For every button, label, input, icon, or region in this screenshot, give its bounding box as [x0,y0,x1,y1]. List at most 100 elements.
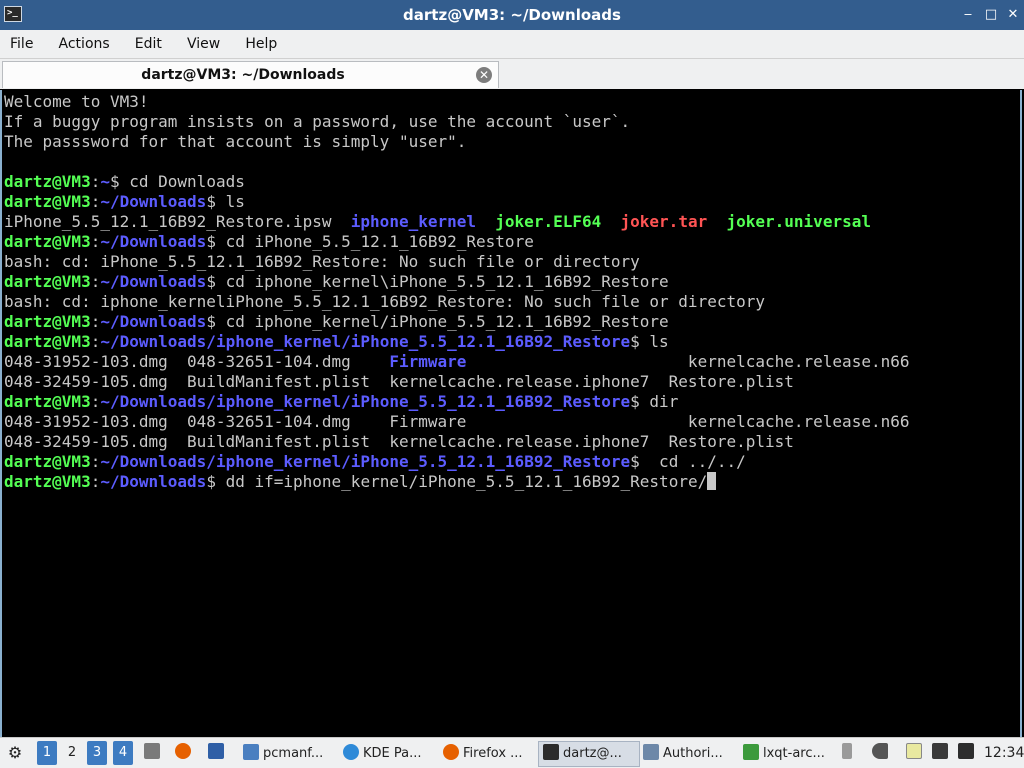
terminal-text: $ cd Downloads [109,172,245,191]
maximize-button[interactable]: □ [983,7,999,23]
terminal-text: : [90,312,101,331]
tab-downloads[interactable]: dartz@VM3: ~/Downloads ✕ [2,61,499,88]
tab-label: dartz@VM3: ~/Downloads [141,67,345,83]
menu-view[interactable]: View [177,30,230,58]
workspace-1[interactable]: 1 [37,741,57,765]
workspace-2[interactable]: 2 [62,741,82,765]
kde-icon [343,744,359,760]
terminal-text: : [90,192,101,211]
terminal-text: $ cd iPhone_5.5_12.1_16B92_Restore [206,232,534,251]
terminal-text: ~/Downloads/iphone_kernel/iPhone_5.5_12.… [100,392,631,411]
terminal-text: 048-31952-103.dmg 048-32651-104.dmg Firm… [4,412,910,431]
terminal-text: dartz@VM3 [4,272,91,291]
terminal-line: 048-32459-105.dmg BuildManifest.plist ke… [4,432,909,452]
terminal-text: dartz@VM3 [4,452,91,471]
task-terminal[interactable]: dartz@... [538,741,640,767]
workspace-4[interactable]: 4 [113,741,133,765]
terminal-text: ~/Downloads [100,472,207,491]
terminal-text: iphone_kernel [350,212,477,231]
menu-edit[interactable]: Edit [125,30,172,58]
window-title: dartz@VM3: ~/Downloads [403,6,621,24]
show-desktop-icon[interactable] [144,741,162,765]
terminal-text: : [90,392,101,411]
terminal-text: ~ [100,172,110,191]
start-menu-icon[interactable]: ⚙ [4,741,26,765]
terminal-area[interactable]: Welcome to VM3! If a buggy program insist… [0,90,1022,737]
menu-actions[interactable]: Actions [49,30,120,58]
terminal-text: ~/Downloads [100,192,207,211]
terminal-text: joker.universal [726,212,871,231]
terminal-line: dartz@VM3:~/Downloads$ dd if=iphone_kern… [4,472,909,492]
terminal-text: joker.ELF64 [495,212,602,231]
terminal-text: ~/Downloads/iphone_kernel/iPhone_5.5_12.… [100,332,631,351]
clipboard-icon[interactable] [906,741,924,765]
volume-icon[interactable] [872,741,890,765]
terminal-text: dartz@VM3 [4,192,91,211]
terminal-icon [543,744,559,760]
terminal-text: $ dd if=iphone_kernel/iPhone_5.5_12.1_16… [206,472,708,491]
terminal-text: iPhone_5.5_12.1_16B92_Restore.ipsw [4,212,351,231]
terminal-line: dartz@VM3:~/Downloads/iphone_kernel/iPho… [4,452,909,472]
firefox-launcher-icon[interactable] [175,741,193,765]
terminal-line: iPhone_5.5_12.1_16B92_Restore.ipsw iphon… [4,212,909,232]
terminal-text: $ cd ../../ [630,452,746,471]
terminal-text: 048-32459-105.dmg BuildManifest.plist ke… [4,432,794,451]
task-pcmanfm[interactable]: pcmanf... [238,741,340,767]
terminal-line: The passsword for that account is simply… [4,132,909,152]
terminal-text: dartz@VM3 [4,332,91,351]
terminal-line: dartz@VM3:~/Downloads/iphone_kernel/iPho… [4,332,909,352]
terminal-line: 048-32459-105.dmg BuildManifest.plist ke… [4,372,909,392]
network-icon[interactable] [932,741,950,765]
tab-close-icon[interactable]: ✕ [476,67,492,83]
close-window-button[interactable]: ✕ [1005,7,1021,23]
terminal-line: bash: cd: iPhone_5.5_12.1_16B92_Restore:… [4,252,909,272]
task-lxqt-archiver[interactable]: lxqt-arc... [738,741,840,767]
minimize-button[interactable]: ‒ [960,7,976,23]
terminal-text: bash: cd: iPhone_5.5_12.1_16B92_Restore:… [4,252,640,271]
terminal-text: dartz@VM3 [4,472,91,491]
terminal-line: dartz@VM3:~/Downloads/iphone_kernel/iPho… [4,392,909,412]
terminal-line: If a buggy program insists on a password… [4,112,909,132]
terminal-text: Firmware [389,352,467,371]
menu-file[interactable]: File [0,30,43,58]
display-icon[interactable] [958,741,976,765]
terminal-line: 048-31952-103.dmg 048-32651-104.dmg Firm… [4,412,909,432]
terminal-text: ~/Downloads [100,232,207,251]
terminal-cursor [707,472,717,490]
workspace-3[interactable]: 3 [87,741,107,765]
terminal-text: If a buggy program insists on a password… [4,112,631,131]
terminal-text: $ cd iphone_kernel\iPhone_5.5_12.1_16B92… [206,272,669,291]
terminal-text: : [90,172,101,191]
terminal-line: dartz@VM3:~/Downloads$ cd iphone_kernel\… [4,272,909,292]
task-label: KDE Pa... [363,746,422,761]
folder-icon [243,744,259,760]
archiver-icon [743,744,759,760]
terminal-output: Welcome to VM3! If a buggy program insist… [4,92,909,492]
task-kde-partition[interactable]: KDE Pa... [338,741,440,767]
menu-help[interactable]: Help [235,30,287,58]
task-authorization[interactable]: Authori... [638,741,740,767]
terminal-text: : [90,232,101,251]
terminal-line: dartz@VM3:~/Downloads$ cd iPhone_5.5_12.… [4,232,909,252]
window-title-bar[interactable]: >_ dartz@VM3: ~/Downloads ‒ □ ✕ [0,0,1024,30]
terminal-line: dartz@VM3:~/Downloads$ cd iphone_kernel/… [4,312,909,332]
task-label: dartz@... [563,746,622,761]
task-label: Firefox ... [463,746,523,761]
terminal-text: $ cd iphone_kernel/iPhone_5.5_12.1_16B92… [206,312,669,331]
task-firefox[interactable]: Firefox ... [438,741,540,767]
window-launcher-icon[interactable] [208,741,226,765]
terminal-text: ~/Downloads/iphone_kernel/iPhone_5.5_12.… [100,452,631,471]
terminal-text: dartz@VM3 [4,392,91,411]
tray-scroll-icon[interactable] [842,741,856,765]
menu-bar: File Actions Edit View Help [0,30,1024,59]
terminal-text: ~/Downloads [100,272,207,291]
terminal-text: dartz@VM3 [4,232,91,251]
terminal-text: $ dir [630,392,679,411]
terminal-text: dartz@VM3 [4,172,91,191]
terminal-text: : [90,272,101,291]
terminal-text: The passsword for that account is simply… [4,132,467,151]
terminal-text: joker.tar [620,212,708,231]
